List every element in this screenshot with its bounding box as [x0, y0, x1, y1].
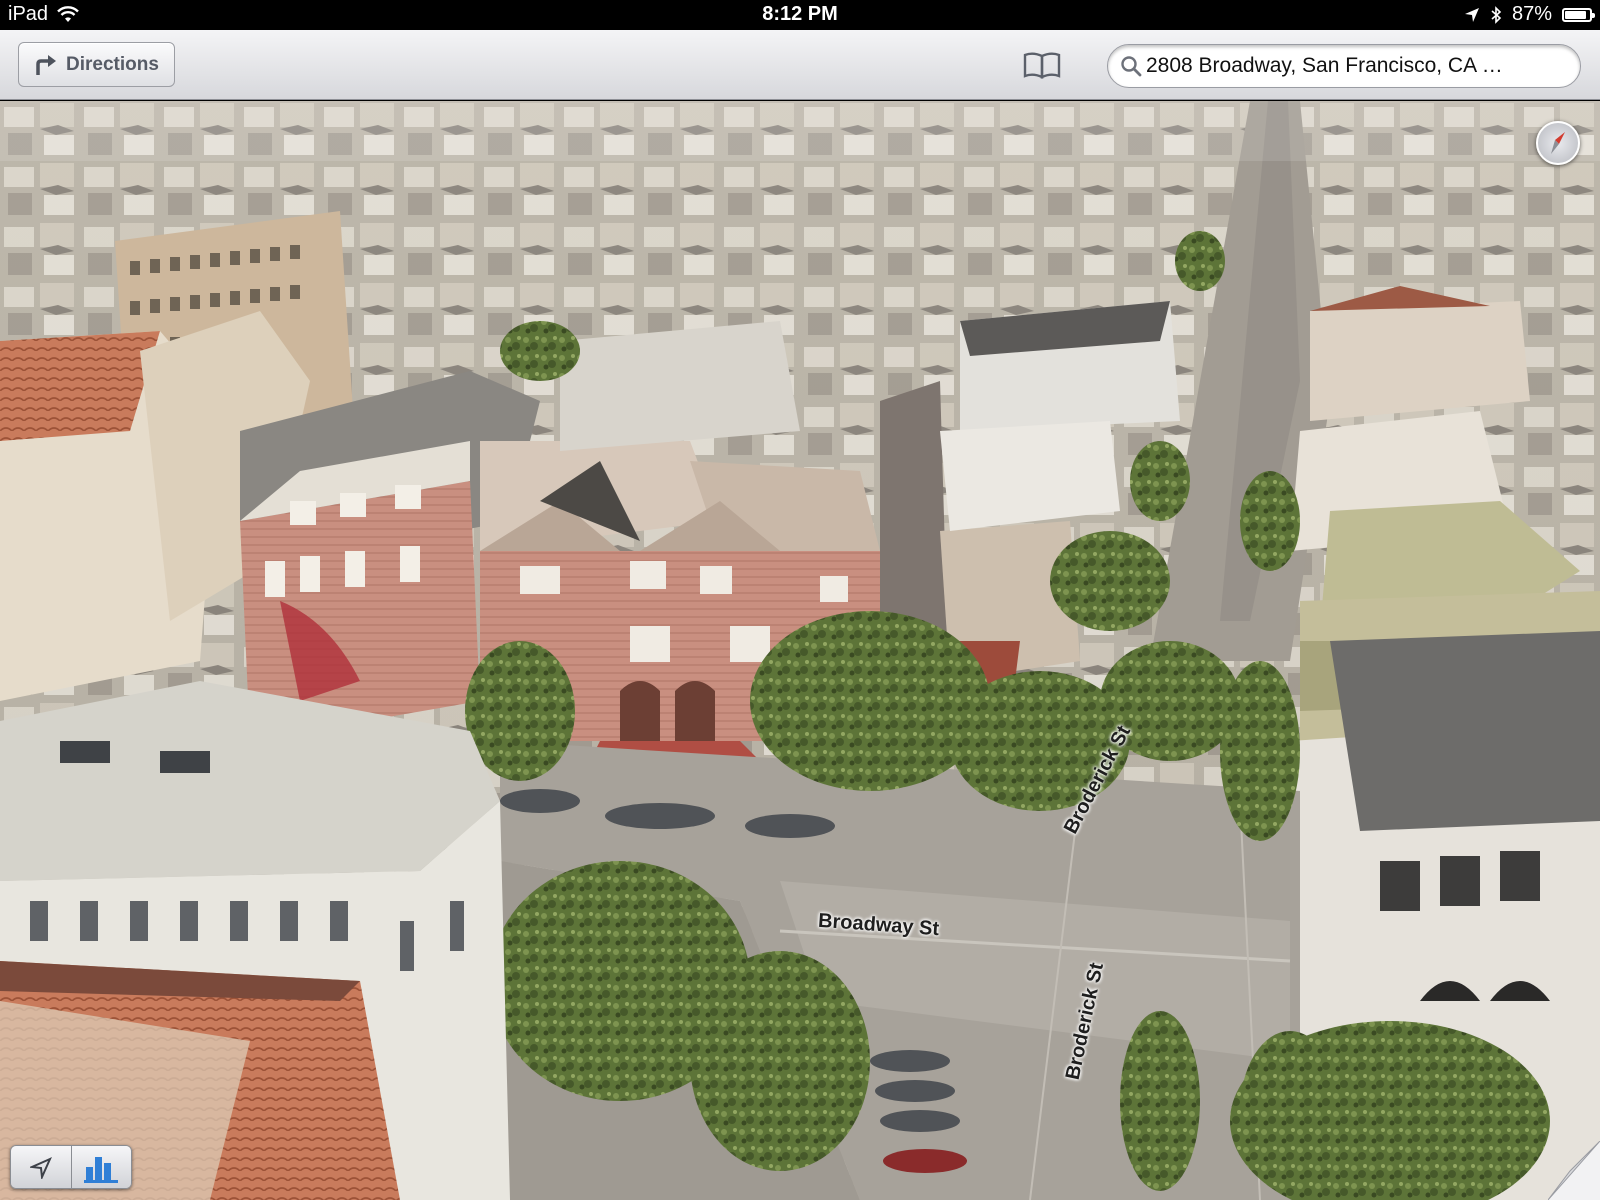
status-left: iPad — [8, 3, 80, 26]
directions-label: Directions — [66, 53, 159, 75]
wifi-icon — [57, 5, 79, 22]
compass-button[interactable] — [1536, 121, 1580, 165]
status-bar: iPad 8:12 PM 87% — [0, 0, 1600, 30]
battery-icon — [1562, 7, 1595, 22]
search-value: 2808 Broadway, San Francisco, CA … — [1146, 54, 1503, 77]
flyover-3d-map — [0, 101, 1600, 1200]
current-location-button[interactable] — [11, 1146, 71, 1188]
location-services-icon — [1464, 7, 1479, 22]
3d-view-button[interactable] — [70, 1146, 131, 1188]
directions-button[interactable]: Directions — [18, 42, 175, 87]
magnifier-icon — [1121, 56, 1142, 77]
maps-toolbar: Directions 2808 Broadway, San Francisco,… — [0, 30, 1600, 100]
3d-buildings-icon — [84, 1157, 119, 1183]
location-arrow-icon — [29, 1157, 52, 1179]
battery-percent: 87% — [1511, 3, 1552, 25]
status-right: 87% — [1464, 3, 1595, 26]
compass-icon — [1551, 132, 1565, 154]
battery-level — [1565, 10, 1586, 19]
device-name: iPad — [8, 3, 49, 25]
search-input[interactable]: 2808 Broadway, San Francisco, CA … — [1107, 44, 1581, 88]
map-view[interactable]: Broadway St Broderick St Broderick St — [0, 101, 1600, 1200]
page-curl-icon[interactable] — [1548, 1141, 1600, 1200]
turn-arrow-icon — [36, 54, 57, 75]
bluetooth-icon — [1491, 5, 1502, 24]
status-time: 8:12 PM — [762, 3, 838, 25]
map-controls — [10, 1145, 132, 1189]
book-icon[interactable] — [1022, 50, 1062, 80]
